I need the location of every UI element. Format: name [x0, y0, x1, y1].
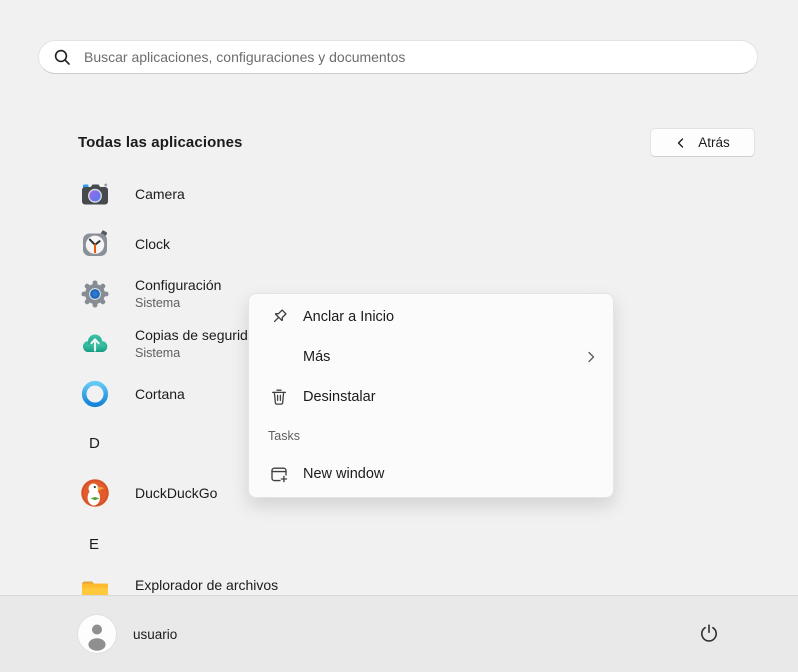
- context-menu: Anclar a Inicio Más Desinstalar Tasks: [248, 293, 614, 498]
- menu-item-new-window[interactable]: New window: [249, 454, 613, 494]
- app-label: Copias de seguridad: [135, 326, 263, 345]
- user-name: usuario: [133, 627, 177, 642]
- section-letter-d[interactable]: D: [89, 436, 100, 452]
- app-subtitle: Sistema: [135, 345, 263, 362]
- cloud-backup-icon: [79, 328, 111, 360]
- menu-section-header-tasks: Tasks: [249, 417, 613, 454]
- chevron-right-icon: [583, 349, 599, 365]
- chevron-left-icon: [675, 137, 687, 149]
- camera-icon: [79, 178, 111, 210]
- menu-item-label: Más: [303, 349, 330, 365]
- section-letter-e[interactable]: E: [89, 537, 99, 553]
- app-row-duckduckgo[interactable]: DuckDuckGo: [79, 477, 217, 509]
- cortana-icon: [79, 378, 111, 410]
- back-button-label: Atrás: [698, 135, 730, 150]
- app-label: Configuración: [135, 276, 221, 295]
- clock-icon: [79, 228, 111, 260]
- search-icon: [53, 48, 71, 66]
- power-button[interactable]: [689, 614, 729, 654]
- app-row-camera[interactable]: Camera: [79, 178, 185, 210]
- app-row-clock[interactable]: Clock: [79, 228, 170, 260]
- menu-item-label: Anclar a Inicio: [303, 309, 394, 325]
- app-row-cortana[interactable]: Cortana: [79, 378, 185, 410]
- app-row-backup[interactable]: Copias de seguridad Sistema: [79, 328, 263, 360]
- search-bar[interactable]: [38, 40, 758, 74]
- app-label: Camera: [135, 187, 185, 201]
- menu-item-uninstall[interactable]: Desinstalar: [249, 377, 613, 417]
- menu-item-more[interactable]: Más: [249, 337, 613, 377]
- app-label: DuckDuckGo: [135, 486, 217, 500]
- gear-icon: [79, 278, 111, 310]
- app-subtitle: Sistema: [135, 295, 221, 312]
- menu-item-pin[interactable]: Anclar a Inicio: [249, 297, 613, 337]
- menu-item-label: New window: [303, 466, 384, 482]
- app-label: Cortana: [135, 387, 185, 401]
- app-row-settings[interactable]: Configuración Sistema: [79, 278, 221, 310]
- menu-item-label: Desinstalar: [303, 389, 376, 405]
- user-button[interactable]: usuario: [78, 615, 177, 653]
- new-window-icon: [268, 463, 290, 485]
- page-title: Todas las aplicaciones: [78, 134, 243, 151]
- app-label: Explorador de archivos: [135, 578, 278, 592]
- app-label: Clock: [135, 237, 170, 251]
- trash-icon: [268, 386, 290, 408]
- back-button[interactable]: Atrás: [650, 128, 755, 157]
- search-input[interactable]: [82, 48, 743, 66]
- power-icon: [697, 622, 721, 646]
- duckduckgo-icon: [79, 477, 111, 509]
- avatar-icon: [78, 615, 116, 653]
- pin-icon: [268, 306, 290, 328]
- footer-bar: usuario: [0, 595, 798, 672]
